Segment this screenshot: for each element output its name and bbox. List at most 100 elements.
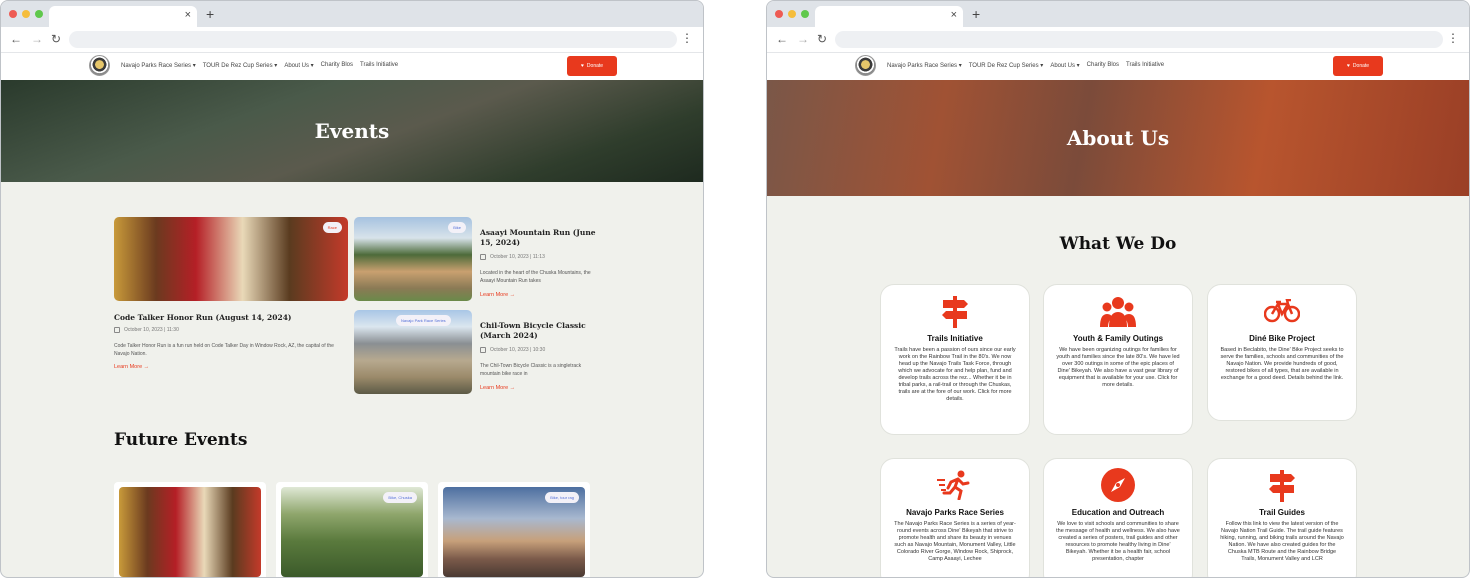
service-card-trail-guides[interactable]: Trail Guides Follow this link to view th… [1207,458,1357,577]
future-event-card[interactable] [114,482,266,577]
side-event-desc: Located in the heart of the Chuska Mount… [480,270,591,284]
future-event-card[interactable]: Bike, tour rag [438,482,590,577]
menu-item-tour-de-rez[interactable]: TOUR De Rez Cup Series ▾ [969,62,1044,69]
browser-menu-icon[interactable]: ⋮ [681,31,693,45]
learn-more-link[interactable]: Learn More → [114,364,149,370]
tab-bar: × + [1,1,703,27]
page-title: About Us [1066,126,1170,150]
events-content: Race Code Talker Honor Run (August 14, 2… [1,182,703,577]
forward-arrow-icon[interactable]: → [31,32,43,46]
service-card-trails-initiative[interactable]: Trails Initiative Trails have been a pas… [880,284,1030,435]
site-logo[interactable] [89,55,110,76]
new-tab-button[interactable]: + [972,6,980,22]
event-category-badge: Bike [448,222,466,233]
learn-more-link[interactable]: Learn More → [480,385,515,391]
service-title: Education and Outreach [1071,508,1165,517]
page-title: Events [314,119,390,143]
event-category-badge: Race [322,222,342,233]
side-event-title[interactable]: Chil-Town Bicycle Classic (March 2024) [480,321,596,341]
side-event-title[interactable]: Asaayi Mountain Run (June 15, 2024) [480,228,596,248]
close-window-button[interactable] [9,10,17,18]
event-category-badge: Bike, tour rag [545,492,579,503]
menu-item-trails[interactable]: Trails Initiative [360,62,398,69]
browser-window-events: × + ← → ↻ ⋮ Navajo Parks Race Series ▾ T… [0,0,704,578]
side-event-desc: The Chil-Town Bicycle Classic is a singl… [480,363,582,377]
signpost-icon [881,293,1029,329]
donate-label: Donate [1352,63,1370,69]
service-card-race-series[interactable]: Navajo Parks Race Series The Navajo Park… [880,458,1030,577]
service-title: Trail Guides [1259,508,1305,517]
new-tab-button[interactable]: + [206,6,214,22]
service-text: Trails have been a passion of ours since… [894,347,1016,402]
close-tab-icon[interactable]: × [185,9,191,21]
minimize-window-button[interactable] [22,10,30,18]
service-title: Navajo Parks Race Series [906,508,1004,517]
menu-item-charity[interactable]: Charity Blos [321,62,353,69]
site-navbar: Navajo Parks Race Series ▾ TOUR De Rez C… [767,53,1469,80]
service-text: The Navajo Parks Race Series is a series… [894,521,1016,562]
date-text: October 10, 2023 | 10:30 [490,347,546,353]
featured-event-image[interactable]: Race [114,217,348,301]
main-menu: Navajo Parks Race Series ▾ TOUR De Rez C… [121,62,398,69]
menu-item-race-series[interactable]: Navajo Parks Race Series ▾ [121,62,196,69]
close-window-button[interactable] [775,10,783,18]
reload-icon[interactable]: ↻ [51,32,61,46]
featured-event-date: October 10, 2023 | 11:30 [114,327,179,333]
browser-tab[interactable]: × [815,6,963,27]
minimize-window-button[interactable] [788,10,796,18]
tab-bar: × + [767,1,1469,27]
site-logo[interactable] [855,55,876,76]
menu-item-about-us[interactable]: About Us ▾ [284,62,313,69]
service-text: We love to visit schools and communities… [1056,521,1180,562]
side-event-date: October 10, 2023 | 10:30 [480,347,545,353]
heart-icon: ♥ [1346,63,1350,69]
back-arrow-icon[interactable]: ← [776,32,788,46]
menu-item-tour-de-rez[interactable]: TOUR De Rez Cup Series ▾ [203,62,278,69]
service-title: Youth & Family Outings [1072,334,1164,343]
learn-more-link[interactable]: Learn More → [480,292,515,298]
service-card-youth-family[interactable]: Youth & Family Outings We have been orga… [1043,284,1193,435]
browser-tab[interactable]: × [49,6,197,27]
heart-icon: ♥ [580,63,584,69]
donate-button[interactable]: ♥ Donate [567,56,617,76]
service-card-education[interactable]: Education and Outreach We love to visit … [1043,458,1193,577]
menu-item-race-series[interactable]: Navajo Parks Race Series ▾ [887,62,962,69]
future-event-image: Bike, tour rag [443,487,585,577]
donate-label: Donate [586,63,604,69]
what-we-do-title: What We Do [1059,234,1177,254]
side-event-image[interactable]: Navajo Park Race Series [354,310,472,394]
featured-event-title[interactable]: Code Talker Honor Run (August 14, 2024) [114,313,354,323]
site-navbar: Navajo Parks Race Series ▾ TOUR De Rez C… [1,53,703,80]
reload-icon[interactable]: ↻ [817,32,827,46]
browser-menu-icon[interactable]: ⋮ [1447,31,1459,45]
forward-arrow-icon[interactable]: → [797,32,809,46]
future-event-card[interactable]: Bike, Chuska [276,482,428,577]
side-event-image[interactable]: Bike [354,217,472,301]
menu-item-charity[interactable]: Charity Blos [1087,62,1119,69]
maximize-window-button[interactable] [35,10,43,18]
signpost-icon [1208,467,1356,503]
group-icon [1044,293,1192,329]
compass-icon [1044,467,1192,503]
window-controls [775,10,809,18]
service-card-dine-bike[interactable]: Diné Bike Project Based in Beclabito, th… [1207,284,1357,421]
future-events-title: Future Events [114,430,248,450]
browser-window-about: × + ← → ↻ ⋮ Navajo Parks Race Series ▾ T… [766,0,1470,578]
url-input[interactable] [69,31,677,48]
about-content: What We Do Trails Initiative Trails have… [767,196,1469,577]
url-input[interactable] [835,31,1443,48]
donate-button[interactable]: ♥ Donate [1333,56,1383,76]
events-hero: Events [1,80,703,182]
side-event-date: October 10, 2023 | 11:13 [480,254,545,260]
menu-item-trails[interactable]: Trails Initiative [1126,62,1164,69]
event-category-badge: Navajo Park Race Series [396,315,451,326]
calendar-icon [480,347,486,353]
calendar-icon [114,327,120,333]
calendar-icon [480,254,486,260]
event-category-badge: Bike, Chuska [383,492,417,503]
close-tab-icon[interactable]: × [951,9,957,21]
back-arrow-icon[interactable]: ← [10,32,22,46]
menu-item-about-us[interactable]: About Us ▾ [1050,62,1079,69]
window-controls [9,10,43,18]
maximize-window-button[interactable] [801,10,809,18]
